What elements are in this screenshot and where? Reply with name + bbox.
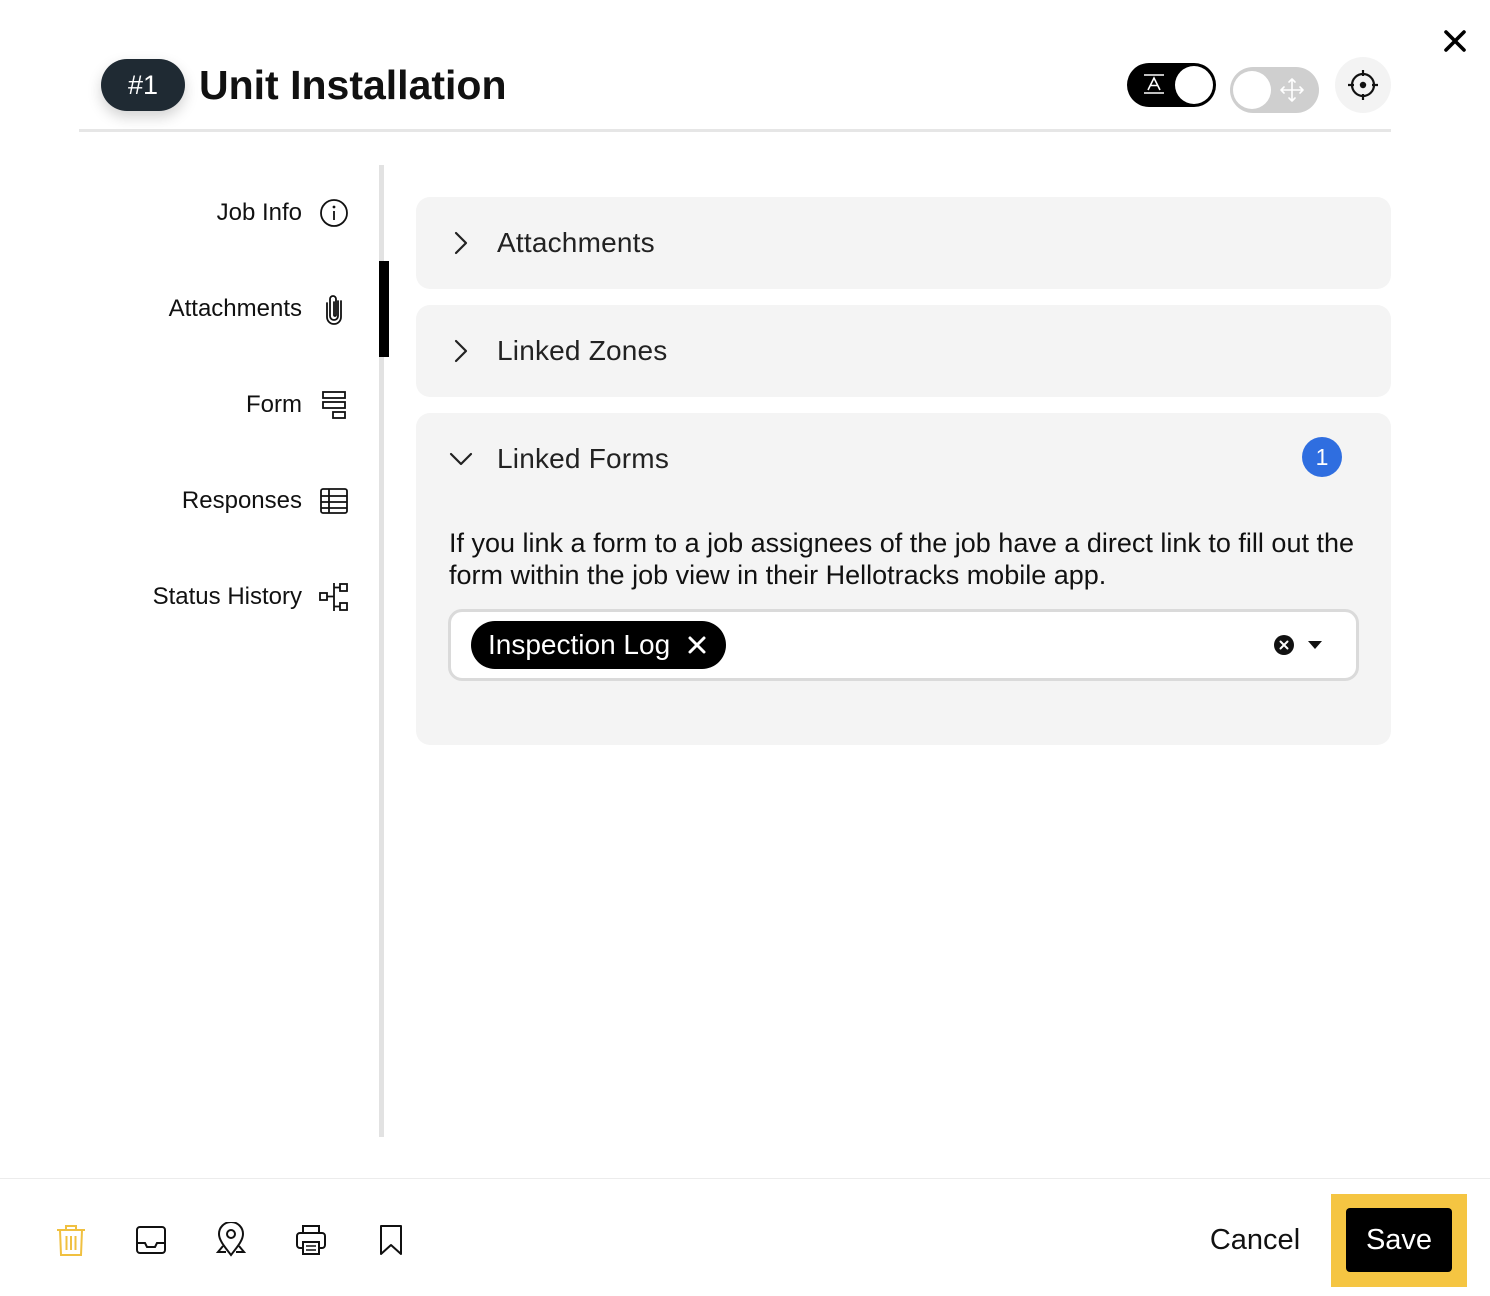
hierarchy-icon bbox=[318, 581, 350, 613]
move-arrows-icon bbox=[1280, 78, 1304, 102]
nav-active-indicator bbox=[379, 261, 389, 357]
cancel-button[interactable]: Cancel bbox=[1190, 1217, 1320, 1263]
sidebar-item-label: Form bbox=[246, 391, 302, 418]
printer-icon bbox=[296, 1225, 326, 1255]
caret-down-icon[interactable] bbox=[1307, 639, 1323, 651]
inbox-icon bbox=[136, 1226, 166, 1254]
section-linked-zones: Linked Zones bbox=[416, 305, 1391, 397]
section-title: Linked Zones bbox=[497, 335, 668, 366]
close-icon bbox=[688, 636, 706, 654]
save-button[interactable]: Save bbox=[1346, 1208, 1452, 1272]
table-icon bbox=[318, 485, 350, 517]
save-focus-ring: Save bbox=[1331, 1194, 1467, 1287]
text-mode-toggle[interactable] bbox=[1127, 63, 1216, 107]
trash-icon bbox=[57, 1225, 85, 1256]
bookmark-button[interactable] bbox=[371, 1220, 411, 1260]
job-dialog: #1 Unit Installation Job Info Attachment… bbox=[0, 0, 1490, 1296]
section-attachments: Attachments bbox=[416, 197, 1391, 289]
print-button[interactable] bbox=[291, 1220, 331, 1260]
page-title: Unit Installation bbox=[199, 62, 507, 108]
section-attachments-header[interactable]: Attachments bbox=[416, 197, 1391, 289]
paperclip-icon bbox=[318, 293, 350, 325]
linked-forms-select[interactable]: Inspection Log bbox=[448, 609, 1359, 681]
sidebar-item-label: Job Info bbox=[216, 199, 302, 226]
section-linked-forms-header[interactable]: Linked Forms 1 bbox=[416, 413, 1391, 505]
form-icon bbox=[318, 389, 350, 421]
bookmark-icon bbox=[380, 1225, 402, 1255]
linked-forms-description: If you link a form to a job assignees of… bbox=[449, 528, 1355, 590]
sidebar-item-status-history[interactable]: Status History bbox=[153, 577, 350, 617]
sidebar-item-label: Status History bbox=[152, 583, 302, 610]
chevron-right-icon bbox=[454, 231, 468, 255]
move-mode-toggle[interactable] bbox=[1230, 67, 1319, 113]
text-format-icon bbox=[1144, 74, 1164, 94]
chevron-right-icon bbox=[454, 339, 468, 363]
section-linked-zones-header[interactable]: Linked Zones bbox=[416, 305, 1391, 397]
archive-button[interactable] bbox=[131, 1220, 171, 1260]
selected-form-chip: Inspection Log bbox=[471, 621, 727, 669]
section-title: Attachments bbox=[497, 227, 655, 258]
toggle-knob bbox=[1175, 66, 1213, 104]
location-button[interactable] bbox=[211, 1220, 251, 1260]
toggle-knob bbox=[1233, 71, 1271, 109]
section-title: Linked Forms bbox=[497, 443, 670, 474]
job-number-badge: #1 bbox=[101, 59, 185, 111]
sidebar-item-responses[interactable]: Responses bbox=[182, 481, 350, 521]
sidebar-item-attachments[interactable]: Attachments bbox=[169, 289, 350, 329]
section-linked-forms: Linked Forms 1 If you link a form to a j… bbox=[416, 413, 1391, 745]
sidebar-item-form[interactable]: Form bbox=[246, 385, 350, 425]
sidebar-item-job-info[interactable]: Job Info bbox=[217, 193, 350, 233]
linked-forms-count-badge: 1 bbox=[1302, 437, 1342, 477]
info-icon bbox=[318, 197, 350, 229]
map-pin-icon bbox=[215, 1222, 247, 1257]
crosshair-icon bbox=[1348, 70, 1378, 100]
chip-label: Inspection Log bbox=[488, 629, 671, 660]
locate-button[interactable] bbox=[1335, 57, 1391, 113]
close-button[interactable] bbox=[1438, 24, 1472, 58]
dialog-header: #1 Unit Installation bbox=[79, 50, 1391, 132]
chevron-down-icon bbox=[449, 452, 473, 466]
sidebar-nav: Job Info Attachments Form Responses Stat… bbox=[0, 165, 390, 1137]
delete-button[interactable] bbox=[51, 1220, 91, 1260]
close-icon bbox=[1444, 30, 1466, 52]
sidebar-item-label: Responses bbox=[181, 487, 302, 514]
chip-remove-button[interactable] bbox=[684, 632, 710, 658]
clear-selection-icon[interactable] bbox=[1273, 634, 1295, 656]
dialog-footer: Cancel Save bbox=[0, 1178, 1490, 1296]
sidebar-item-label: Attachments bbox=[168, 295, 302, 322]
